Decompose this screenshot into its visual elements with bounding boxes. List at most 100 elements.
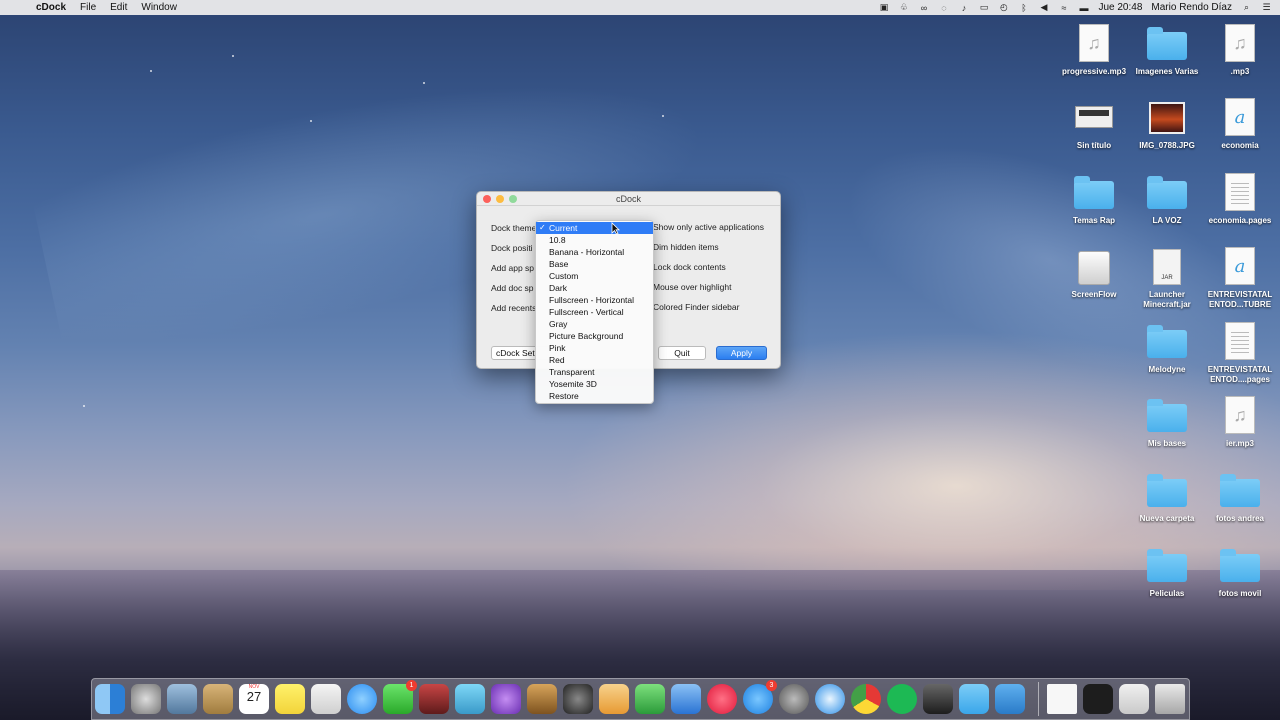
folder-icon: [1147, 399, 1187, 432]
desktop-icon[interactable]: a ENTREVISTATAL ENTOD...TUBRE: [1203, 247, 1277, 310]
spotlight-icon[interactable]: ⌕: [1241, 2, 1252, 13]
imovie-icon[interactable]: [491, 684, 521, 714]
screenflow-icon[interactable]: [995, 684, 1025, 714]
keynote-icon[interactable]: [671, 684, 701, 714]
documents-icon[interactable]: [1047, 684, 1077, 714]
desktop-icon[interactable]: a economia: [1203, 98, 1277, 151]
desktop-icon[interactable]: fotos andrea: [1203, 471, 1277, 524]
menu-file[interactable]: File: [80, 2, 96, 13]
desktop-icon[interactable]: fotos movil: [1203, 546, 1277, 599]
volume-icon[interactable]: ◀: [1038, 2, 1049, 13]
dock-theme-dropdown[interactable]: ✓ Current 10.8 Banana - Horizontal Base C…: [535, 220, 654, 404]
theme-option[interactable]: Pink: [536, 342, 653, 354]
final-cut-icon[interactable]: [923, 684, 953, 714]
messages-icon[interactable]: ◌: [938, 3, 949, 13]
iphoto-icon[interactable]: [455, 684, 485, 714]
theme-option[interactable]: Transparent: [536, 366, 653, 378]
desktop-icon[interactable]: ENTREVISTATAL ENTOD....pages: [1203, 322, 1277, 385]
reminders-icon[interactable]: [311, 684, 341, 714]
screen-record-icon[interactable]: ▣: [878, 2, 889, 13]
app-store-icon[interactable]: 3: [743, 680, 777, 714]
menu-edit[interactable]: Edit: [110, 2, 127, 13]
desktop-icon[interactable]: ♫ progressive.mp3: [1057, 24, 1131, 77]
mouse-highlight-checkbox[interactable]: Mouse over highlight: [653, 282, 731, 292]
theme-option[interactable]: Fullscreen - Vertical: [536, 306, 653, 318]
desktop-icon[interactable]: Melodyne: [1130, 322, 1204, 375]
close-button[interactable]: [483, 195, 491, 203]
notification-icon[interactable]: ♪: [958, 3, 969, 13]
desktop-icon[interactable]: Sin título: [1057, 98, 1131, 151]
menu-user[interactable]: Mario Rendo Díaz: [1151, 2, 1232, 13]
theme-option[interactable]: ✓ Current: [536, 222, 653, 234]
wifi-icon[interactable]: ≈: [1058, 3, 1069, 13]
theme-option[interactable]: Banana - Horizontal: [536, 246, 653, 258]
desktop-icon[interactable]: ScreenFlow: [1057, 247, 1131, 300]
desktop-icon[interactable]: Imagenes Varias: [1130, 24, 1204, 77]
theme-option[interactable]: Custom: [536, 270, 653, 282]
notification-center-icon[interactable]: ☰: [1261, 2, 1272, 13]
wallpaper-star: [83, 405, 85, 407]
folder-icon[interactable]: [959, 684, 989, 714]
theme-option[interactable]: Dark: [536, 282, 653, 294]
flag-icon[interactable]: ▬: [1078, 3, 1089, 13]
airplay-icon[interactable]: ▭: [978, 2, 989, 13]
colored-sidebar-checkbox[interactable]: Colored Finder sidebar: [653, 302, 739, 312]
pages-icon[interactable]: [599, 684, 629, 714]
theme-option[interactable]: Picture Background: [536, 330, 653, 342]
calendar-icon[interactable]: NOV 27: [239, 684, 269, 714]
trash-icon[interactable]: [1155, 684, 1185, 714]
time-machine-icon[interactable]: ◴: [998, 2, 1009, 13]
desktop-icon[interactable]: ♫ .mp3: [1203, 24, 1277, 77]
safari-icon[interactable]: [815, 684, 845, 714]
evernote-icon[interactable]: ♧: [898, 2, 909, 13]
desktop-icon[interactable]: Mis bases: [1130, 396, 1204, 449]
desktop-icon[interactable]: economia.pages: [1203, 173, 1277, 226]
dim-hidden-checkbox[interactable]: Dim hidden items: [653, 242, 719, 252]
notes-icon[interactable]: [275, 684, 305, 714]
theme-option[interactable]: 10.8: [536, 234, 653, 246]
itunes-icon[interactable]: [707, 684, 737, 714]
menu-window[interactable]: Window: [141, 2, 177, 13]
desktop-icon[interactable]: LA VOZ: [1130, 173, 1204, 226]
numbers-icon[interactable]: [635, 684, 665, 714]
theme-option[interactable]: Base: [536, 258, 653, 270]
theme-option[interactable]: Gray: [536, 318, 653, 330]
creative-cloud-icon[interactable]: ∞: [918, 3, 929, 13]
desktop-icon[interactable]: Launcher Minecraft.jar: [1130, 247, 1204, 310]
preview-icon[interactable]: [167, 684, 197, 714]
desktop-icon[interactable]: Peliculas: [1130, 546, 1204, 599]
messages-icon[interactable]: [347, 684, 377, 714]
window-titlebar[interactable]: cDock: [477, 192, 780, 206]
theme-option[interactable]: Fullscreen - Horizontal: [536, 294, 653, 306]
system-preferences-icon[interactable]: [779, 684, 809, 714]
desktop-icon-label: ENTREVISTATAL ENTOD....pages: [1207, 365, 1273, 384]
finder-icon[interactable]: [95, 684, 125, 714]
show-active-apps-checkbox[interactable]: Show only active applications: [653, 222, 764, 232]
contacts-icon[interactable]: [203, 684, 233, 714]
apply-button[interactable]: Apply: [716, 346, 767, 360]
lock-dock-checkbox[interactable]: Lock dock contents: [653, 262, 726, 272]
preview-docs-icon[interactable]: [1119, 684, 1149, 714]
desktop-icon[interactable]: Temas Rap: [1057, 173, 1131, 226]
photo-booth-icon[interactable]: [419, 684, 449, 714]
zoom-button[interactable]: [509, 195, 517, 203]
desktop-icon[interactable]: IMG_0788.JPG: [1130, 98, 1204, 151]
desktop-icon[interactable]: ♫ ier.mp3: [1203, 396, 1277, 449]
spotify-icon[interactable]: [887, 684, 917, 714]
menu-app-name[interactable]: cDock: [36, 2, 66, 13]
bluetooth-icon[interactable]: ᛒ: [1018, 3, 1029, 13]
theme-option[interactable]: Yosemite 3D: [536, 378, 653, 390]
launchpad-icon[interactable]: [131, 684, 161, 714]
chrome-icon[interactable]: [851, 684, 881, 714]
dvd-player-icon[interactable]: [563, 684, 593, 714]
theme-option[interactable]: Restore: [536, 390, 653, 402]
terminal-icon[interactable]: [1083, 684, 1113, 714]
garageband-icon[interactable]: [527, 684, 557, 714]
quit-button[interactable]: Quit: [658, 346, 706, 360]
facetime-icon[interactable]: 1: [383, 680, 417, 714]
folder-icon: [1147, 27, 1187, 60]
desktop-icon[interactable]: Nueva carpeta: [1130, 471, 1204, 524]
minimize-button[interactable]: [496, 195, 504, 203]
theme-option[interactable]: Red: [536, 354, 653, 366]
menu-clock[interactable]: Jue 20:48: [1098, 2, 1142, 13]
